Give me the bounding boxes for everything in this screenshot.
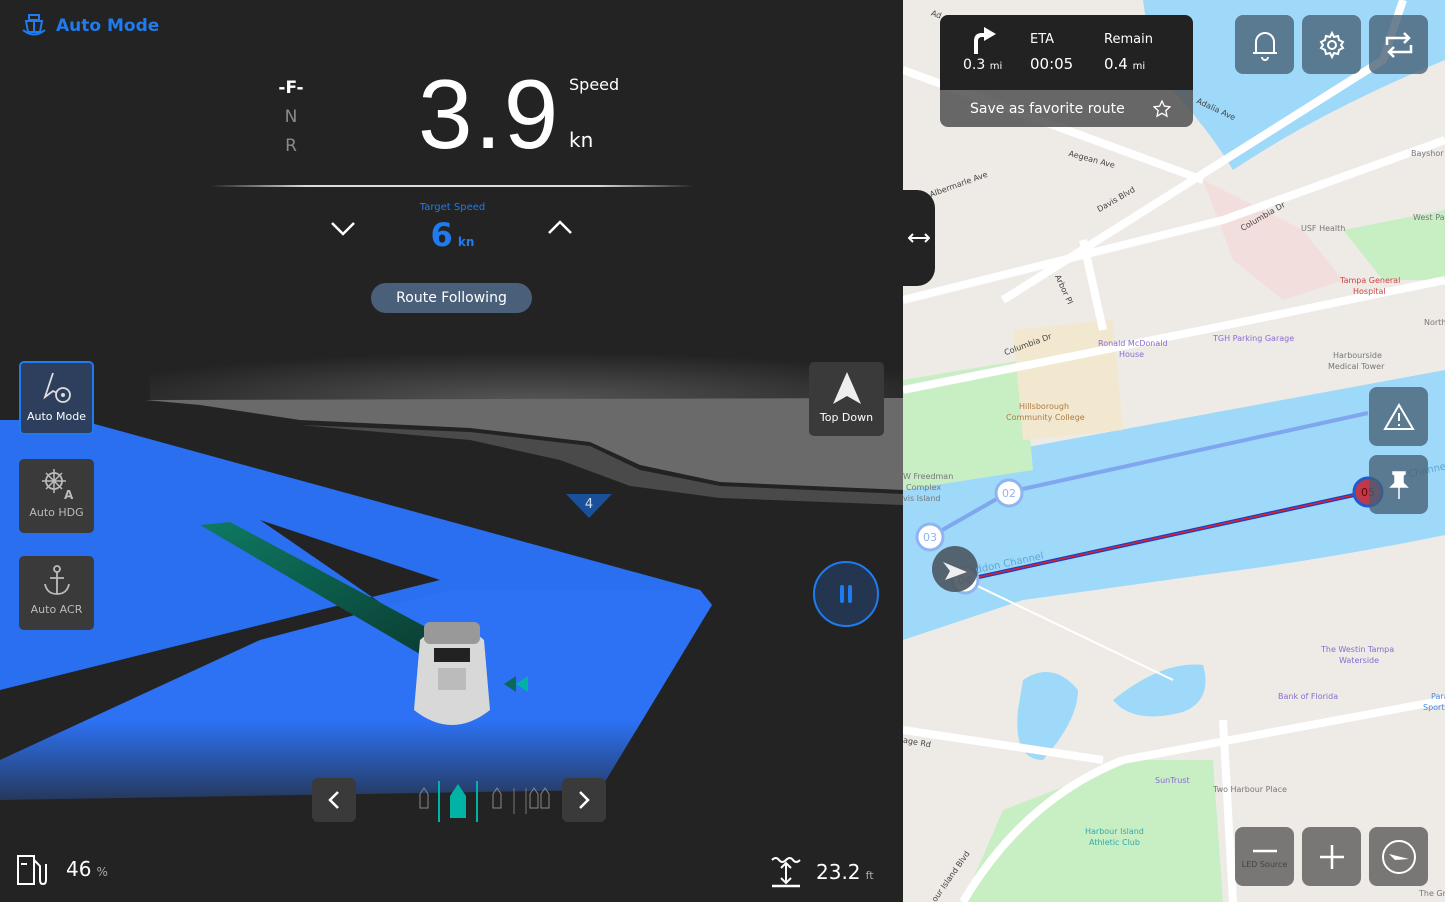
- remain-value: 0.4: [1104, 55, 1128, 73]
- turn-distance: 0.3: [963, 57, 986, 73]
- bell-icon: [1252, 31, 1277, 61]
- svg-text:02: 02: [1002, 487, 1016, 500]
- plus-icon: [1319, 844, 1344, 869]
- map-label: LED Source: [1241, 860, 1288, 869]
- pin-icon: [1388, 470, 1409, 499]
- fuel-value: 46: [66, 857, 92, 881]
- speed-label: Speed: [569, 75, 620, 94]
- view-label: Top Down: [819, 411, 874, 424]
- previous-view-button[interactable]: [312, 778, 356, 822]
- heading-vector: [964, 579, 1174, 681]
- top-down-view-button[interactable]: Top Down: [809, 362, 884, 436]
- turn-distance-unit: mi: [989, 61, 1003, 72]
- target-speed-unit: kn: [457, 235, 475, 249]
- depth-reading: 23.2 ft: [770, 856, 874, 888]
- chevron-right-icon: [579, 791, 590, 809]
- boat-helm-icon: [22, 14, 46, 36]
- increase-speed-button[interactable]: [542, 213, 578, 243]
- warning-icon: [1382, 402, 1415, 430]
- gear-neutral: N: [284, 107, 298, 127]
- compass-button[interactable]: [1369, 827, 1428, 886]
- chevron-left-icon: [328, 791, 339, 809]
- minus-icon: [1252, 849, 1277, 853]
- zoom-out-button[interactable]: LED Source: [1235, 827, 1294, 886]
- gear-reverse: R: [285, 136, 297, 156]
- speed-value: 3.9: [418, 59, 561, 169]
- panel-resize-handle[interactable]: [903, 190, 935, 286]
- target-speed-value: 6: [430, 216, 453, 254]
- settings-button[interactable]: [1302, 15, 1361, 74]
- save-favorite-route-button[interactable]: Save as favorite route: [940, 90, 1193, 127]
- pin-button[interactable]: [1369, 455, 1428, 514]
- star-icon: [1153, 99, 1171, 117]
- notifications-button[interactable]: [1235, 15, 1294, 74]
- depth-unit: ft: [865, 869, 874, 882]
- switch-view-button[interactable]: [1369, 15, 1428, 74]
- pause-button[interactable]: [813, 561, 879, 627]
- route-following-button[interactable]: Route Following: [371, 283, 532, 313]
- mode-label: Auto ACR: [30, 603, 83, 616]
- camera-view-selector: [312, 778, 606, 822]
- depth-value: 23.2: [816, 860, 861, 884]
- depth-icon: [771, 857, 801, 888]
- swap-icon: [1385, 31, 1412, 58]
- favorite-label: Save as favorite route: [970, 100, 1125, 117]
- eta-label: ETA: [1030, 32, 1055, 47]
- mode-label: Auto Mode: [26, 410, 86, 423]
- fuel-level: 46 %: [16, 852, 108, 886]
- target-speed-label: Target Speed: [419, 202, 486, 213]
- compass-icon: [1381, 839, 1416, 874]
- view-option[interactable]: [419, 787, 429, 809]
- chart-map[interactable]: 02 03 04 05 Ad Adalia Ave Aegean Ave Alb…: [903, 0, 1445, 902]
- svg-text:03: 03: [923, 531, 937, 544]
- anchor-icon: [43, 565, 70, 595]
- pause-icon: [840, 585, 852, 603]
- remain-unit: mi: [1132, 61, 1146, 72]
- autopilot-panel: 4 Auto Mode -F- N R 3.9 Speed kn Target …: [0, 0, 903, 902]
- gear-forward: F: [285, 78, 297, 98]
- fuel-unit: %: [96, 865, 108, 879]
- resize-arrows-icon: [908, 233, 930, 243]
- north-arrow-icon: [832, 372, 861, 404]
- waypoint[interactable]: 02: [994, 478, 1024, 508]
- mode-label: Auto HDG: [29, 506, 84, 519]
- zoom-in-button[interactable]: [1302, 827, 1361, 886]
- remain-label: Remain: [1104, 32, 1153, 47]
- waypoint-number: 4: [585, 497, 593, 512]
- app-title: Auto Mode: [20, 12, 159, 40]
- boat-model: [414, 622, 490, 725]
- speed-unit: kn: [569, 128, 594, 152]
- divider: [210, 185, 694, 187]
- gear-icon: [1319, 30, 1344, 59]
- auto-hdg-button[interactable]: A Auto HDG: [19, 459, 94, 533]
- helm-wheel-icon: A: [41, 469, 74, 502]
- navigation-card: 0.3 mi ETA 00:05 Remain 0.4 mi Save as f…: [940, 15, 1193, 127]
- next-view-button[interactable]: [562, 778, 606, 822]
- view-option-selected[interactable]: [450, 784, 466, 818]
- horizon-glow: [150, 320, 903, 400]
- waypoint[interactable]: 03: [915, 522, 945, 552]
- target-speed: 6 kn: [405, 216, 500, 254]
- gear-indicator: -F- N R: [274, 74, 308, 161]
- auto-mode-icon: [42, 372, 71, 403]
- decrease-speed-button[interactable]: [325, 213, 361, 243]
- title-text: Auto Mode: [56, 16, 160, 36]
- auto-mode-button[interactable]: Auto Mode: [19, 361, 94, 435]
- auto-acr-button[interactable]: Auto ACR: [19, 556, 94, 630]
- fuel-pump-icon: [17, 855, 47, 886]
- svg-text:A: A: [64, 488, 74, 501]
- hazard-alert-button[interactable]: [1369, 387, 1428, 446]
- map-canvas: 02 03 04 05: [903, 0, 1445, 902]
- turn-right-icon: [974, 27, 996, 54]
- vessel-position-icon: [932, 546, 978, 592]
- view-option[interactable]: [492, 787, 502, 809]
- eta-value: 00:05: [1030, 55, 1074, 73]
